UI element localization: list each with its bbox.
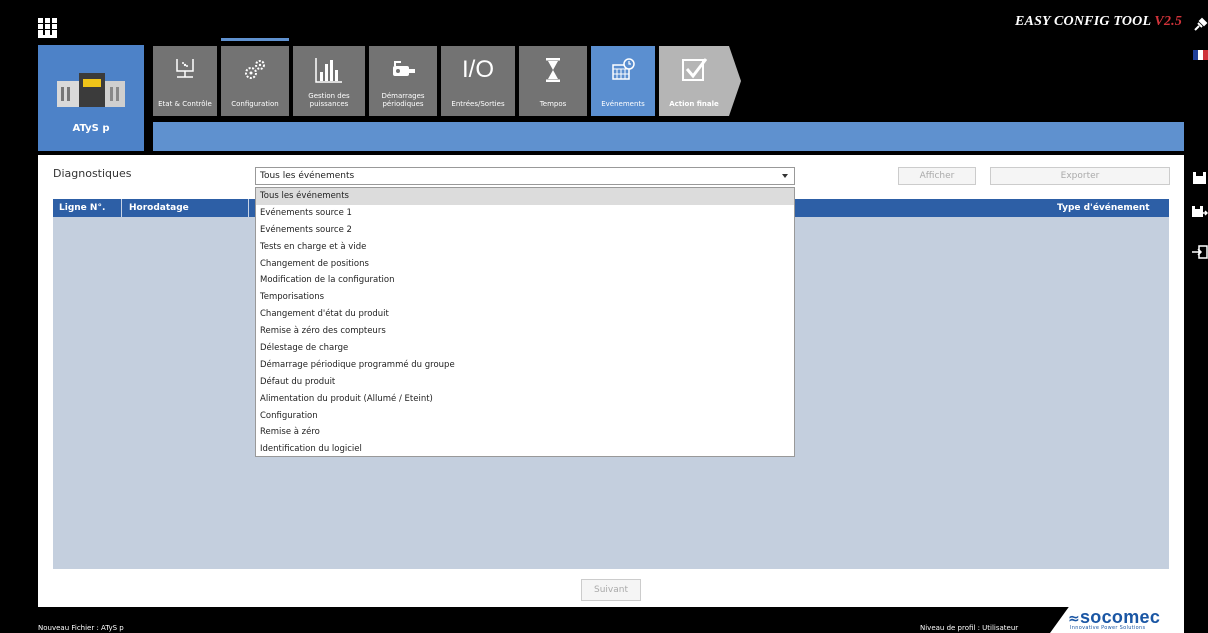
dropdown-option[interactable]: Tous les événements — [256, 188, 794, 205]
event-filter-select[interactable]: Tous les événements — [255, 167, 795, 185]
tab-label: Evénements — [601, 100, 645, 108]
col-timestamp[interactable]: Horodatage — [129, 203, 189, 213]
tab-label: Gestion des puissances — [308, 92, 350, 108]
io-icon: I/O — [461, 56, 494, 83]
dropdown-option[interactable]: Changement de positions — [256, 256, 794, 273]
col-event-type[interactable]: Type d'événement — [1057, 203, 1150, 213]
chevron-down-icon — [782, 174, 788, 178]
tab-label: Entrées/Sorties — [451, 100, 505, 108]
status-file: Nouveau Fichier : ATyS p — [38, 624, 124, 632]
tab-etat-controle[interactable]: Etat & Contrôle — [153, 46, 217, 116]
dropdown-option[interactable]: Identification du logiciel — [256, 441, 794, 458]
checkmark-icon — [682, 58, 708, 81]
suivant-button[interactable]: Suivant — [581, 579, 641, 601]
product-image-icon — [57, 73, 125, 107]
dropdown-option[interactable]: Temporisations — [256, 289, 794, 306]
tab-arrow — [729, 46, 741, 116]
app-title-text: EASY CONFIG TOOL — [1015, 14, 1155, 29]
dropdown-option[interactable]: Tests en charge et à vide — [256, 239, 794, 256]
afficher-button[interactable]: Afficher — [898, 167, 976, 185]
app-title: EASY CONFIG TOOL V2.5 — [1015, 14, 1182, 30]
dropdown-option[interactable]: Evénements source 1 — [256, 205, 794, 222]
exporter-button[interactable]: Exporter — [990, 167, 1170, 185]
plug-icon[interactable] — [1193, 17, 1208, 32]
state-control-icon — [176, 59, 194, 78]
main-panel: Diagnostiques Tous les événements Affich… — [38, 155, 1184, 607]
product-tile[interactable]: ATyS p — [38, 45, 144, 151]
select-value: Tous les événements — [260, 171, 355, 181]
home-grid-icon[interactable] — [38, 18, 58, 40]
dropdown-option[interactable]: Modification de la configuration — [256, 272, 794, 289]
tab-tempos[interactable]: Tempos — [519, 46, 587, 116]
active-tab-indicator — [221, 38, 289, 41]
calendar-event-icon — [612, 58, 635, 80]
hourglass-icon — [546, 58, 560, 82]
tab-gestion-puissances[interactable]: Gestion des puissances — [293, 46, 365, 116]
tab-label: Configuration — [231, 100, 279, 108]
dropdown-option[interactable]: Démarrage périodique programmé du groupe — [256, 357, 794, 374]
app-version: V2.5 — [1154, 14, 1183, 29]
motor-icon — [393, 61, 415, 76]
app-window: EASY CONFIG TOOL V2.5 ATyS p Etat & Cont… — [0, 0, 1208, 633]
dropdown-option[interactable]: Alimentation du produit (Allumé / Eteint… — [256, 391, 794, 408]
product-bar — [153, 122, 1184, 151]
tab-label: Action finale — [669, 100, 719, 108]
exit-icon[interactable] — [1191, 245, 1208, 259]
status-profile: Niveau de profil : Utilisateur — [920, 624, 1019, 632]
dropdown-option[interactable]: Remise à zéro des compteurs — [256, 323, 794, 340]
bar-chart-icon — [315, 58, 342, 83]
dropdown-option[interactable]: Changement d'état du produit — [256, 306, 794, 323]
save-icon[interactable] — [1191, 171, 1208, 185]
dropdown-option[interactable]: Evénements source 2 — [256, 222, 794, 239]
tab-action-finale[interactable]: Action finale — [659, 46, 729, 116]
logo-tagline: Innovative Power Solutions — [1070, 625, 1146, 631]
tab-configuration[interactable]: Configuration — [221, 46, 289, 116]
tab-label: Etat & Contrôle — [158, 100, 212, 108]
dropdown-option[interactable]: Remise à zéro — [256, 424, 794, 441]
tab-demarrages-periodiques[interactable]: Démarrages périodiques — [369, 46, 437, 116]
event-filter-dropdown[interactable]: Tous les événements Evénements source 1 … — [255, 187, 795, 457]
tab-entrees-sorties[interactable]: I/O Entrées/Sorties — [441, 46, 515, 116]
tab-label: Tempos — [539, 100, 567, 108]
dropdown-option[interactable]: Défaut du produit — [256, 374, 794, 391]
section-label: Diagnostiques — [53, 167, 132, 180]
tab-label: Démarrages périodiques — [381, 92, 425, 108]
save-as-icon[interactable] — [1191, 205, 1208, 219]
dropdown-option[interactable]: Configuration — [256, 408, 794, 425]
tab-evenements[interactable]: Evénements — [591, 46, 655, 116]
dropdown-option[interactable]: Délestage de charge — [256, 340, 794, 357]
product-name: ATyS p — [72, 123, 110, 134]
col-line-number[interactable]: Ligne N°. — [59, 203, 105, 213]
gears-icon — [245, 60, 265, 79]
french-flag-icon[interactable] — [1193, 50, 1208, 60]
